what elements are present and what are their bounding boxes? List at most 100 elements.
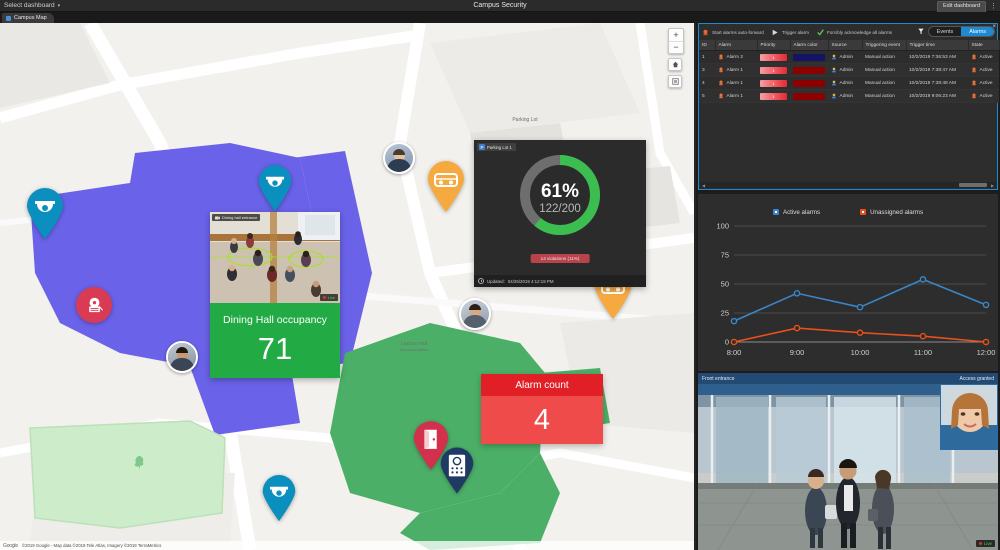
chart-xtick-label: 9:00	[790, 348, 805, 357]
table-row[interactable]: 4 Alarm 1 1 Admin Manual action 10/2/2019 7:3…	[699, 76, 999, 90]
chart-data-point[interactable]	[730, 338, 738, 346]
video-status-label: Access granted	[959, 375, 994, 382]
col-triggering-event[interactable]: Triggering event	[862, 40, 907, 51]
trigger-alarm-label: Trigger alarm	[781, 29, 809, 35]
close-icon[interactable]: ×	[992, 24, 996, 30]
alarm-count-widget[interactable]: Alarm count 4	[481, 374, 603, 444]
dining-hall-occupancy-widget[interactable]: Dining hall entrance Live Dining Hall oc…	[210, 212, 340, 378]
scrollbar-track[interactable]	[707, 183, 989, 187]
chart-xtick-label: 11:00	[914, 348, 932, 357]
alarm-bell-icon	[972, 93, 976, 99]
dome-camera-icon	[262, 475, 296, 522]
cell-id: 3	[699, 63, 715, 77]
legend-unassigned-alarms[interactable]: Unassigned alarms	[860, 209, 923, 216]
face-recognition-inset[interactable]	[940, 384, 998, 450]
overflow-menu-icon[interactable]: ⋮	[990, 3, 997, 10]
intercom-pin-south[interactable]	[438, 447, 476, 495]
camera-pin-west[interactable]	[24, 188, 66, 240]
cell-triggering-event: Manual action	[862, 76, 906, 90]
col-priority[interactable]: Priority	[757, 40, 791, 51]
edit-dashboard-button[interactable]: Edit dashboard	[937, 1, 986, 13]
parking-occupancy-widget[interactable]: P Parking Lot 1 61% 122/200 14 violation…	[474, 140, 646, 287]
legend-active-alarms[interactable]: Active alarms	[772, 209, 820, 216]
alarm-circle-west[interactable]	[76, 287, 112, 323]
cell-alarm-color	[790, 63, 828, 77]
map-attribution: Google ©2019 Google - Map data ©2019 Tel…	[0, 541, 694, 550]
alarm-table-body: 1 Alarm 2 1 Admin Manual action 10/2/2019 7:3…	[699, 50, 999, 103]
chart-data-point[interactable]	[919, 276, 927, 283]
alarm-horizontal-scrollbar[interactable]: ◀ ▶	[700, 182, 996, 188]
cell-state: Active	[968, 50, 999, 64]
camera-pin-south[interactable]	[260, 475, 298, 522]
alarm-trend-chart-panel: Active alarms Unassigned alarms 0 25 50 75 1…	[698, 194, 998, 371]
dome-camera-icon	[258, 165, 292, 212]
cell-triggering-event: Manual action	[862, 89, 906, 103]
col-alarm[interactable]: Alarm	[715, 40, 758, 51]
alarm-bell-icon	[719, 80, 723, 86]
map-attribution-text: ©2019 Google - Map data ©2019 Tele Atlas…	[21, 543, 162, 548]
chart-data-point[interactable]	[856, 303, 864, 311]
forcibly-acknowledge-all-alarms-button[interactable]: Forcibly acknowledge all alarms	[817, 28, 892, 36]
zoom-in-button[interactable]: +	[669, 29, 683, 41]
person-marker-center[interactable]	[459, 298, 491, 330]
scroll-left-icon[interactable]: ◀	[700, 183, 707, 188]
person-marker-west[interactable]	[166, 341, 198, 373]
cell-source: Admin	[828, 76, 862, 90]
col-alarm-color[interactable]: Alarm color	[790, 40, 829, 51]
dashboard-selector-label: Select dashboard	[4, 2, 55, 9]
dining-camera-frame[interactable]: Dining hall entrance Live	[210, 212, 340, 303]
cell-trigger-time: 10/2/2019 9:06:23 AM	[906, 89, 968, 103]
zoom-out-button[interactable]: −	[669, 41, 683, 53]
tab-alarms[interactable]: Alarms	[961, 27, 994, 36]
table-row[interactable]: 3 Alarm 1 1 Admin Manual action 10/2/2019 7:3…	[699, 63, 999, 77]
table-row[interactable]: 5 Alarm 1 1 Admin Manual action 10/2/2019 9:0…	[699, 89, 999, 103]
chart-data-point[interactable]	[919, 332, 927, 340]
zoom-control-group: + −	[668, 28, 684, 54]
dining-occupancy-body: Dining Hall occupancy 71	[210, 303, 340, 378]
alarm-table-header-row: ID Alarm Priority Alarm color Source Tri…	[699, 40, 1000, 51]
cell-alarm-color	[790, 50, 828, 64]
alarm-count-value: 4	[481, 396, 603, 444]
dashboard-root: Select dashboard ▾ Campus Security Edit …	[0, 0, 1000, 550]
tree-icon	[134, 455, 144, 469]
user-icon	[831, 67, 837, 73]
tab-strip: Campus Map	[0, 12, 1000, 23]
campus-map-panel[interactable]: Parking Lot Lecture hall Accommodation + …	[0, 23, 694, 550]
col-state[interactable]: State	[968, 40, 1000, 51]
google-logo: Google	[3, 542, 18, 549]
dining-live-badge: Live	[319, 294, 338, 301]
front-entrance-video-panel[interactable]: Front entrance Access granted Live	[698, 373, 998, 550]
chart-data-point[interactable]	[793, 289, 801, 297]
chart-data-point[interactable]	[856, 329, 864, 337]
map-icon	[6, 15, 11, 21]
col-source[interactable]: Source	[828, 40, 863, 51]
alarm-bell-icon	[972, 80, 976, 86]
parking-pin-north[interactable]	[425, 161, 467, 213]
camera-pin-central[interactable]	[256, 165, 294, 212]
chart-ytick-label: 0	[725, 338, 729, 347]
tab-events[interactable]: Events	[929, 27, 961, 36]
chart-ytick-label: 75	[721, 251, 729, 260]
video-camera-label: Front entrance	[702, 375, 735, 382]
col-trigger-time[interactable]: Trigger time	[906, 40, 969, 51]
fullscreen-button[interactable]	[668, 75, 682, 88]
chart-data-point[interactable]	[982, 301, 990, 309]
person-marker-north[interactable]	[383, 142, 415, 174]
scrollbar-thumb[interactable]	[959, 183, 987, 187]
scroll-right-icon[interactable]: ▶	[989, 183, 996, 188]
start-alarms-auto-forward-button[interactable]: Start alarms auto-forward	[702, 29, 764, 36]
chart-data-point[interactable]	[982, 338, 990, 346]
col-id[interactable]: ID	[699, 40, 716, 51]
chart-data-point[interactable]	[793, 324, 801, 332]
trigger-alarm-button[interactable]: Trigger alarm	[772, 29, 809, 36]
dashboard-selector[interactable]: Select dashboard ▾	[0, 2, 60, 9]
table-row[interactable]: 1 Alarm 2 1 Admin Manual action 10/2/2019 7:3…	[699, 50, 999, 64]
dining-camera-label: Dining hall entrance	[222, 215, 258, 220]
home-button[interactable]	[668, 58, 682, 71]
tab-campus-map[interactable]: Campus Map	[2, 13, 54, 23]
funnel-icon[interactable]	[918, 28, 924, 35]
alarm-toolbar-right: Events Alarms	[918, 26, 995, 37]
parking-donut-wrap: 61% 122/200	[474, 140, 646, 245]
chart-data-point[interactable]	[730, 317, 738, 325]
alarm-bell-icon	[719, 67, 723, 73]
